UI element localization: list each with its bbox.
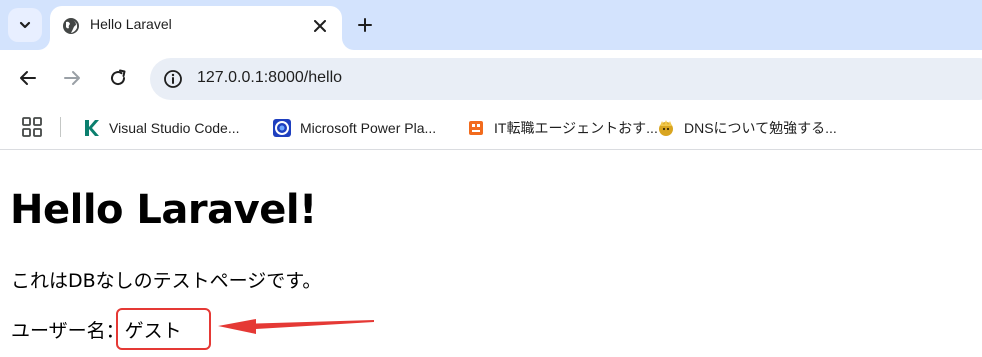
annotation-highlight-box — [116, 308, 211, 350]
back-button[interactable] — [14, 64, 42, 92]
bookmark-label: IT転職エージェントおす... — [494, 120, 658, 136]
address-bar[interactable]: 127.0.0.1:8000/hello — [150, 58, 982, 100]
close-icon — [314, 20, 326, 32]
active-tab[interactable]: Hello Laravel — [50, 6, 342, 50]
page-content: Hello Laravel! これはDBなしのテストページです。 ユーザー名：ゲ… — [0, 151, 982, 357]
tab-title: Hello Laravel — [90, 16, 172, 32]
bookmark-label: DNSについて勉強する... — [684, 120, 837, 136]
orange-character-icon — [469, 121, 483, 135]
annotation-arrow-icon — [218, 319, 374, 334]
site-info-button[interactable] — [160, 66, 186, 92]
page-title: Hello Laravel! — [10, 187, 317, 233]
bookmark-item[interactable]: DNSについて勉強する... — [657, 114, 837, 142]
bookmark-label: Visual Studio Code... — [109, 120, 240, 136]
forward-button[interactable] — [58, 64, 86, 92]
chevron-down-icon — [19, 21, 31, 29]
globe-icon — [63, 18, 79, 34]
plus-icon — [358, 18, 372, 32]
url-text: 127.0.0.1:8000/hello — [197, 69, 343, 86]
reload-button[interactable] — [104, 64, 132, 92]
arrow-left-icon — [20, 71, 36, 85]
new-tab-button[interactable] — [352, 12, 378, 38]
arrow-right-icon — [64, 71, 80, 85]
user-label: ユーザー名： — [11, 320, 125, 342]
bookmark-label: Microsoft Power Pla... — [300, 120, 437, 136]
bookmarks-bar: Visual Studio Code... Microsoft Power Pl… — [0, 106, 982, 150]
bookmark-item[interactable]: Microsoft Power Pla... — [273, 114, 436, 142]
bookmarks-divider — [60, 117, 61, 137]
gold-character-icon — [659, 120, 673, 136]
power-platform-icon — [273, 119, 291, 137]
tab-strip: Hello Laravel — [0, 0, 982, 50]
info-icon — [164, 70, 182, 88]
browser-toolbar: 127.0.0.1:8000/hello — [0, 50, 982, 106]
apps-grid-icon[interactable] — [22, 117, 42, 137]
bookmark-item[interactable]: Visual Studio Code... — [82, 114, 240, 142]
kotlin-k-icon — [85, 120, 99, 136]
tab-search-button[interactable] — [8, 8, 42, 42]
reload-icon — [111, 69, 126, 86]
page-description: これはDBなしのテストページです。 — [11, 270, 322, 292]
tab-close-button[interactable] — [308, 14, 332, 38]
bookmark-item[interactable]: IT転職エージェントおす... — [467, 114, 658, 142]
